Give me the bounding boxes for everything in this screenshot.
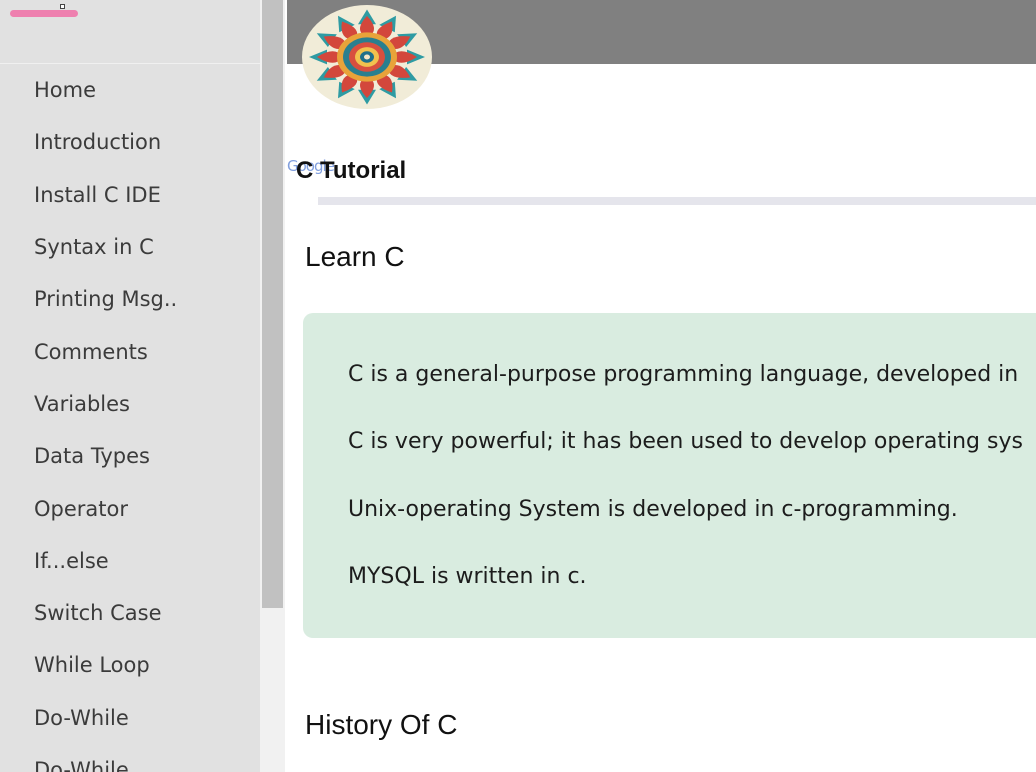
sidebar-header bbox=[0, 0, 260, 64]
sidebar-item-variables[interactable]: Variables bbox=[0, 378, 260, 430]
title-divider bbox=[318, 197, 1036, 205]
sidebar-item-introduction[interactable]: Introduction bbox=[0, 116, 260, 168]
sidebar-item-syntax[interactable]: Syntax in C bbox=[0, 221, 260, 273]
intro-paragraph-4: MYSQL is written in c. bbox=[348, 564, 587, 589]
sidebar-scrollbar-thumb[interactable] bbox=[262, 0, 283, 608]
sidebar-item-home[interactable]: Home bbox=[0, 64, 260, 116]
sidebar-item-comments[interactable]: Comments bbox=[0, 325, 260, 377]
sidebar-item-data-types[interactable]: Data Types bbox=[0, 430, 260, 482]
site-logo[interactable] bbox=[10, 10, 78, 17]
sidebar-item-if-else[interactable]: If...else bbox=[0, 535, 260, 587]
sidebar-nav: Home Introduction Install C IDE Syntax i… bbox=[0, 64, 260, 772]
intro-paragraph-2: C is very powerful; it has been used to … bbox=[348, 429, 1023, 454]
sidebar-item-operator[interactable]: Operator bbox=[0, 482, 260, 534]
sidebar-item-printing-msg[interactable]: Printing Msg.. bbox=[0, 273, 260, 325]
section-heading-learn-c: Learn C bbox=[305, 241, 405, 272]
sidebar-item-do-while-2[interactable]: Do-While bbox=[0, 744, 260, 772]
intro-paragraph-1: C is a general-purpose programming langu… bbox=[348, 362, 1019, 387]
small-square-icon bbox=[60, 4, 65, 9]
sidebar-item-switch-case[interactable]: Switch Case bbox=[0, 587, 260, 639]
sidebar-item-while-loop[interactable]: While Loop bbox=[0, 639, 260, 691]
sidebar-item-do-while[interactable]: Do-While bbox=[0, 692, 260, 744]
mandala-logo-icon[interactable] bbox=[301, 4, 433, 110]
sidebar-item-install-c-ide[interactable]: Install C IDE bbox=[0, 169, 260, 221]
sidebar: Home Introduction Install C IDE Syntax i… bbox=[0, 0, 260, 772]
section-heading-history: History Of C bbox=[305, 709, 458, 740]
page-title: C Tutorial bbox=[296, 157, 407, 184]
intro-paragraph-3: Unix-operating System is developed in c-… bbox=[348, 497, 958, 522]
